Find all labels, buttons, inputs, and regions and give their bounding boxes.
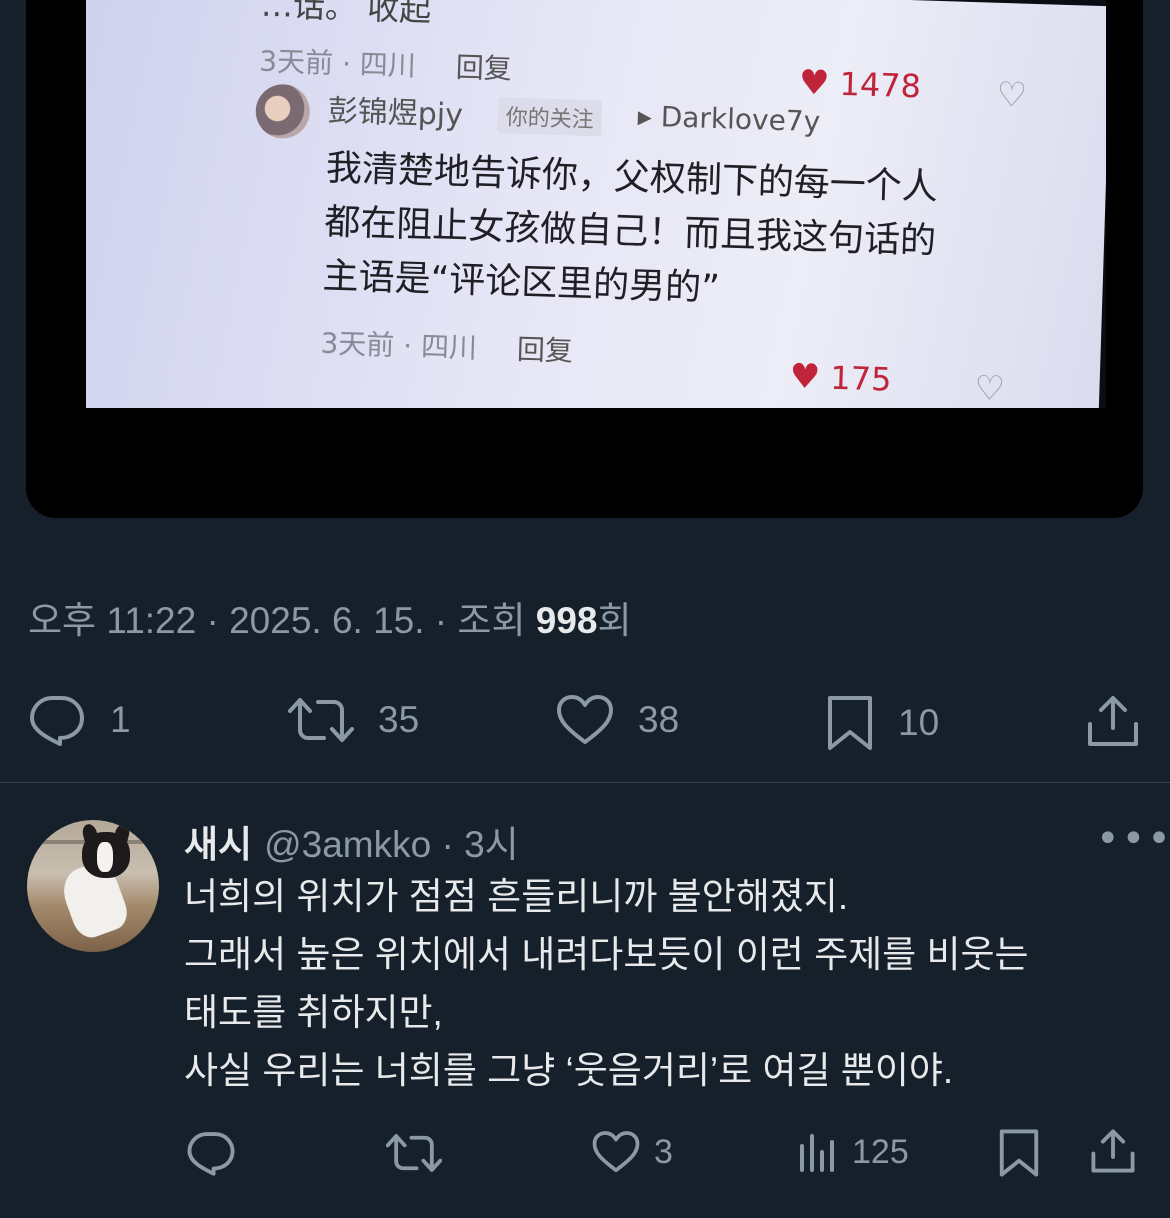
tweet-timestamp: 오후 11:22 · 2025. 6. 15. · 조회 998회 (28, 600, 632, 641)
share-icon (1091, 1129, 1135, 1173)
like-button[interactable]: 38 (556, 694, 679, 746)
reply-target: ▸ Darklove7y (637, 99, 821, 139)
reply-icon (30, 696, 84, 746)
reply-bookmark-button[interactable] (998, 1128, 1040, 1178)
photographed-screen: …话。 收起 3天前 · 四川 回复 ♥ 1478 ♡ 彭锦煜pjy 你的关注 ▸… (86, 0, 1106, 408)
reply-retweet-button[interactable] (386, 1130, 442, 1176)
user-handle[interactable]: @3amkko · 3시 (264, 824, 519, 865)
like-icon (592, 1131, 640, 1173)
comment-body: 我清楚地告诉你，父权制下的每一个人 都在阻止女孩做自己！而且我这句话的 主语是“… (321, 147, 939, 310)
bookmark-icon (999, 1129, 1039, 1177)
heart-icon: ♥ (789, 356, 821, 398)
comment-author: 彭锦煜pjy (327, 93, 464, 134)
retweet-icon (386, 1134, 442, 1172)
share-icon (1088, 696, 1138, 746)
heart-icon: ♥ (798, 62, 831, 104)
reply-share-button[interactable] (1090, 1128, 1136, 1174)
views-icon (800, 1134, 834, 1172)
tweet-media[interactable]: …话。 收起 3天前 · 四川 回复 ♥ 1478 ♡ 彭锦煜pjy 你的关注 ▸… (26, 0, 1143, 518)
display-name[interactable]: 새시 (184, 824, 252, 865)
comment-avatar (254, 83, 311, 140)
broken-heart-icon: ♡ (973, 368, 1006, 408)
bookmark-button[interactable]: 10 (826, 694, 939, 752)
broken-heart-icon: ♡ (996, 74, 1028, 116)
bookmark-icon (828, 696, 872, 750)
reply-text: 너희의 위치가 점점 흔들리니까 불안해졌지. 그래서 높은 위치에서 내려다보… (184, 876, 1029, 1091)
reply-views-button[interactable]: 125 (798, 1132, 909, 1172)
comment2-likes: ♥ 175 (789, 356, 892, 399)
reply-header: 새시 @3amkko · 3시 (184, 814, 519, 868)
avatar[interactable] (27, 820, 159, 952)
comment1-meta: 3天前 · 四川 回复 (258, 44, 513, 86)
comment-fragment: …话。 收起 (260, 0, 432, 29)
reply-like-button[interactable]: 3 (592, 1130, 673, 1174)
like-icon (557, 695, 613, 744)
reply-reply-button[interactable] (186, 1130, 236, 1176)
follow-tag: 你的关注 (497, 97, 603, 137)
comment1-likes: ♥ 1478 (798, 62, 922, 106)
more-icon[interactable]: ••• (1096, 816, 1170, 862)
share-button[interactable] (1086, 694, 1140, 748)
media-photo: …话。 收起 3天前 · 四川 回复 ♥ 1478 ♡ 彭锦煜pjy 你的关注 ▸… (86, 0, 1106, 408)
reply-icon (187, 1132, 235, 1176)
retweet-button[interactable]: 35 (288, 694, 419, 746)
divider (0, 782, 1170, 783)
comment2-meta: 3天前 · 四川 回复 (320, 326, 574, 368)
reply-button[interactable]: 1 (28, 694, 131, 746)
view-count: 998 (535, 600, 598, 641)
retweet-icon (288, 698, 354, 742)
